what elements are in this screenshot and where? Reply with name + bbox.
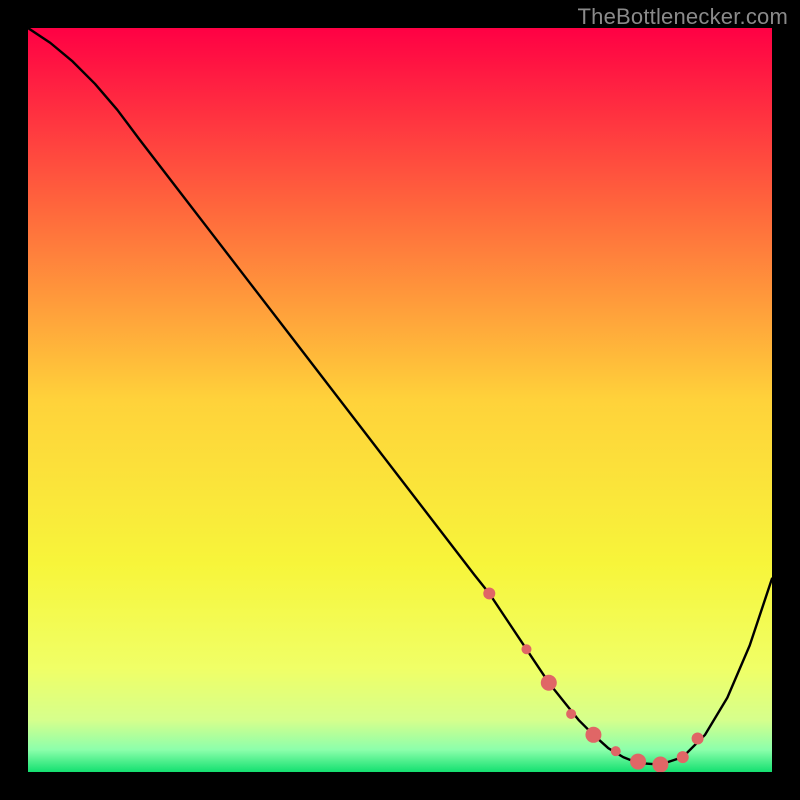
optimal-marker — [652, 757, 668, 772]
optimal-marker — [521, 644, 531, 654]
optimal-marker — [585, 727, 601, 743]
optimal-marker — [630, 754, 646, 770]
optimal-marker — [541, 675, 557, 691]
optimal-marker — [611, 746, 621, 756]
optimal-marker — [566, 709, 576, 719]
optimal-marker — [677, 751, 689, 763]
optimal-marker — [692, 733, 704, 745]
optimal-marker — [483, 587, 495, 599]
chart-svg — [28, 28, 772, 772]
watermark-text: TheBottlenecker.com — [578, 4, 788, 30]
